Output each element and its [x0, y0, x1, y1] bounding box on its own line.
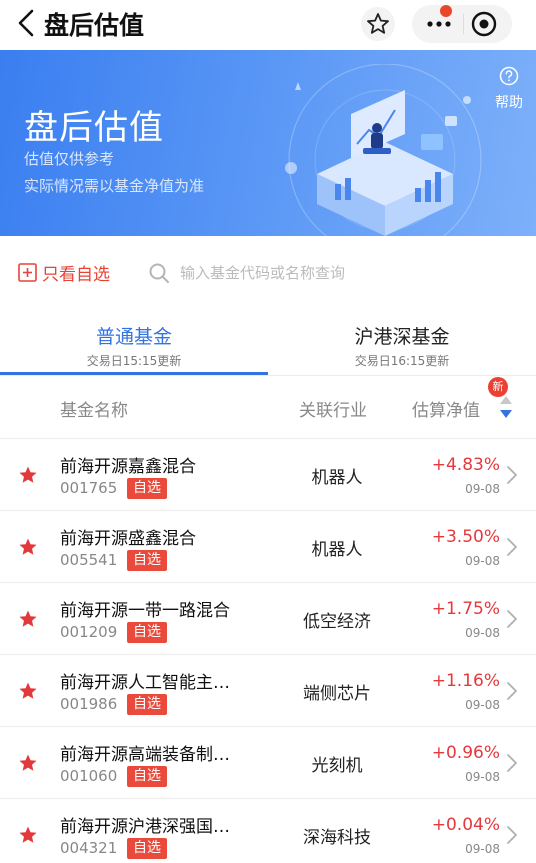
related-industry: 机器人 — [311, 468, 363, 488]
estimate-date: 09-08 — [465, 842, 500, 856]
watchlist-tag: 自选 — [127, 550, 167, 571]
banner-title: 盘后估值 — [24, 108, 164, 148]
star-outline-icon — [367, 13, 389, 34]
estimated-change: +4.83% — [431, 455, 500, 475]
estimated-change: +0.96% — [431, 743, 500, 763]
tab-label: 沪港深基金 — [354, 326, 450, 348]
estimated-change: +1.75% — [431, 599, 500, 619]
banner-subtitle: 估值仅供参考 — [24, 150, 115, 168]
estimate-date: 09-08 — [465, 770, 500, 784]
related-industry: 机器人 — [311, 540, 363, 560]
hero-banner: 盘后估值 估值仅供参考 实际情况需以基金净值为准 帮助 — [0, 50, 536, 236]
fund-code: 001060 — [60, 767, 118, 785]
tab-update-time: 交易日16:15更新 — [354, 354, 450, 368]
column-header-industry: 关联行业 — [299, 401, 367, 421]
watchlist-tag: 自选 — [127, 766, 167, 787]
favorite-star-icon[interactable] — [18, 681, 38, 701]
close-target-icon[interactable] — [470, 10, 498, 38]
tab-label: 普通基金 — [95, 326, 172, 348]
column-header-estimated-nav[interactable]: 估算净值 — [412, 396, 480, 421]
fund-name: 前海开源嘉鑫混合 — [60, 457, 196, 477]
page-title: 盘后估值 — [44, 11, 145, 40]
active-tab-indicator — [0, 372, 268, 375]
estimated-change: +0.04% — [431, 815, 500, 835]
fund-search — [148, 260, 528, 286]
tab-regular-funds[interactable]: 普通基金 交易日15:15更新 — [0, 322, 268, 369]
filter-bar: 只看自选 — [0, 236, 536, 310]
favorite-button[interactable] — [361, 7, 395, 41]
add-square-icon — [18, 262, 37, 282]
fund-name: 前海开源盛鑫混合 — [60, 529, 196, 549]
fund-code: 004321 — [60, 839, 118, 857]
watchlist-only-toggle[interactable]: 只看自选 — [18, 260, 110, 285]
favorite-star-icon[interactable] — [18, 825, 38, 845]
fund-code: 005541 — [60, 551, 118, 569]
tab-update-time: 交易日15:15更新 — [86, 354, 182, 368]
estimate-date: 09-08 — [465, 554, 500, 568]
fund-name: 前海开源沪港深强国… — [60, 817, 230, 837]
banner-disclaimer: 实际情况需以基金净值为准 — [24, 177, 205, 195]
tab-hk-sz-sh-funds[interactable]: 沪港深基金 交易日16:15更新 — [268, 322, 536, 369]
chevron-right-icon — [507, 466, 517, 484]
fund-list: 前海开源嘉鑫混合 001765 自选 机器人 +4.83% 09-08 前海开源… — [0, 439, 536, 863]
estimate-date: 09-08 — [465, 698, 500, 712]
fund-name: 前海开源人工智能主… — [60, 673, 230, 693]
related-industry: 端侧芯片 — [303, 684, 371, 704]
favorite-star-icon[interactable] — [18, 609, 38, 629]
fund-row[interactable]: 前海开源一带一路混合 001209 自选 低空经济 +1.75% 09-08 — [0, 583, 536, 655]
chevron-right-icon — [507, 538, 517, 556]
fund-type-tabs: 普通基金 交易日15:15更新 沪港深基金 交易日16:15更新 — [0, 310, 536, 376]
related-industry: 深海科技 — [303, 828, 371, 848]
estimated-change: +3.50% — [431, 527, 500, 547]
sort-toggle-icon[interactable] — [499, 394, 513, 420]
top-nav-bar: 盘后估值 — [0, 0, 536, 50]
chevron-right-icon — [507, 826, 517, 844]
chevron-right-icon — [507, 682, 517, 700]
estimate-date: 09-08 — [465, 482, 500, 496]
table-header: 基金名称 关联行业 估算净值 新 — [0, 377, 536, 439]
capsule-divider — [463, 14, 464, 34]
watchlist-tag: 自选 — [127, 694, 167, 715]
fund-row[interactable]: 前海开源高端装备制… 001060 自选 光刻机 +0.96% 09-08 — [0, 727, 536, 799]
related-industry: 低空经济 — [303, 612, 371, 632]
isometric-analytics-illustration — [285, 64, 482, 236]
column-header-fund-name: 基金名称 — [60, 401, 128, 421]
fund-row[interactable]: 前海开源人工智能主… 001986 自选 端侧芯片 +1.16% 09-08 — [0, 655, 536, 727]
back-arrow-icon[interactable] — [14, 8, 40, 38]
fund-name: 前海开源高端装备制… — [60, 745, 230, 765]
notification-dot — [440, 5, 452, 17]
fund-row[interactable]: 前海开源嘉鑫混合 001765 自选 机器人 +4.83% 09-08 — [0, 439, 536, 511]
question-circle-icon — [499, 66, 519, 86]
favorite-star-icon[interactable] — [18, 537, 38, 557]
watchlist-tag: 自选 — [127, 478, 167, 499]
fund-row[interactable]: 前海开源沪港深强国… 004321 自选 深海科技 +0.04% 09-08 — [0, 799, 536, 863]
watchlist-tag: 自选 — [127, 838, 167, 859]
related-industry: 光刻机 — [311, 756, 363, 776]
estimated-change: +1.16% — [431, 671, 500, 691]
fund-row[interactable]: 前海开源盛鑫混合 005541 自选 机器人 +3.50% 09-08 — [0, 511, 536, 583]
chevron-right-icon — [507, 754, 517, 772]
fund-code: 001765 — [60, 479, 118, 497]
favorite-star-icon[interactable] — [18, 465, 38, 485]
chevron-right-icon — [507, 610, 517, 628]
help-label: 帮助 — [495, 95, 523, 111]
more-menu-icon[interactable] — [422, 14, 456, 34]
fund-code: 001209 — [60, 623, 118, 641]
search-input[interactable] — [180, 264, 500, 282]
fund-name: 前海开源一带一路混合 — [60, 601, 230, 621]
watchlist-only-label: 只看自选 — [42, 264, 110, 285]
fund-code: 001986 — [60, 695, 118, 713]
help-button[interactable]: 帮助 — [492, 66, 526, 112]
favorite-star-icon[interactable] — [18, 753, 38, 773]
watchlist-tag: 自选 — [127, 622, 167, 643]
estimate-date: 09-08 — [465, 626, 500, 640]
search-icon — [149, 263, 169, 283]
